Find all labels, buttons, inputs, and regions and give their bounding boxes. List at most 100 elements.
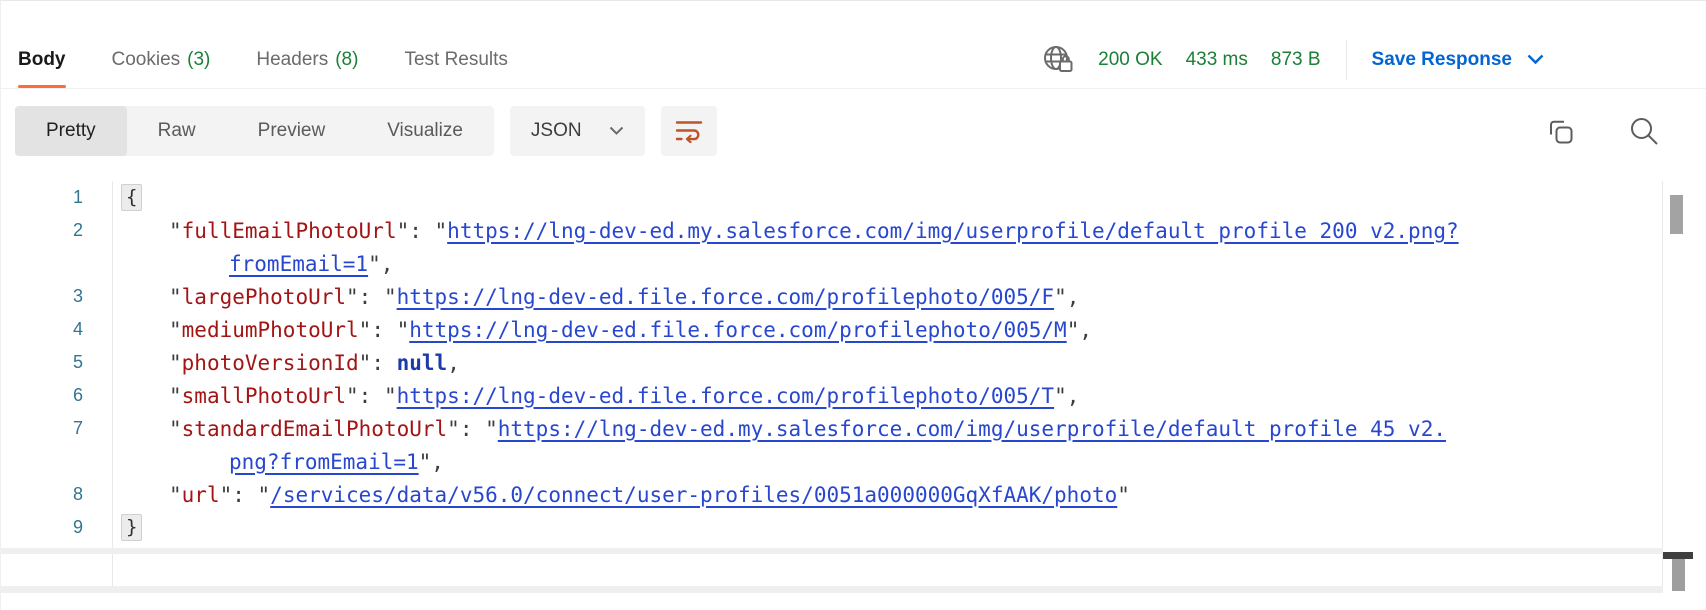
code-line-content: "standardEmailPhotoUrl": "https://lng-de…: [112, 417, 1446, 441]
line-number: 6: [1, 385, 112, 406]
code-token: mediumPhotoUrl: [182, 318, 359, 342]
url-link[interactable]: https://lng-dev-ed.file.force.com/profil…: [397, 384, 1054, 408]
code-line: 9}: [1, 511, 1706, 544]
code-token: ,: [447, 351, 460, 375]
tab-cookies[interactable]: Cookies (3): [112, 31, 211, 88]
tab-body-label: Body: [18, 49, 66, 71]
code-token: standardEmailPhotoUrl: [182, 417, 448, 441]
code-token: url: [182, 483, 220, 507]
code-token: ",: [1067, 318, 1092, 342]
wrap-lines-button[interactable]: [661, 106, 717, 156]
line-number: 5: [1, 352, 112, 373]
code-line-content: "fullEmailPhotoUrl": "https://lng-dev-ed…: [112, 219, 1459, 243]
line-number: 7: [1, 418, 112, 439]
code-token: ",: [1054, 285, 1079, 309]
globe-lock-icon[interactable]: [1042, 43, 1075, 76]
fold-marker[interactable]: {: [121, 184, 142, 211]
response-header: Body Cookies (3) Headers (8) Test Result…: [1, 31, 1706, 89]
view-mode-pretty-label: Pretty: [46, 120, 96, 142]
body-toolbar: Pretty Raw Preview Visualize JSON: [15, 106, 1706, 156]
view-mode-preview[interactable]: Preview: [227, 106, 357, 156]
cookies-count-badge: (3): [187, 49, 210, 71]
code-line: fromEmail=1",: [1, 247, 1706, 280]
chevron-down-icon: [1527, 54, 1544, 65]
fold-marker[interactable]: }: [121, 514, 142, 541]
url-link[interactable]: https://lng-dev-ed.file.force.com/profil…: [409, 318, 1066, 342]
response-tabs: Body Cookies (3) Headers (8) Test Result…: [18, 31, 508, 88]
view-mode-visualize-label: Visualize: [387, 120, 463, 142]
headers-count-badge: (8): [335, 49, 358, 71]
url-link[interactable]: fromEmail=1: [229, 252, 368, 276]
response-meta: 200 OK 433 ms 873 B Save Response: [1042, 40, 1706, 80]
code-line: 7"standardEmailPhotoUrl": "https://lng-d…: [1, 412, 1706, 445]
code-line-content: fromEmail=1",: [112, 252, 393, 276]
tab-test-results[interactable]: Test Results: [404, 31, 507, 88]
line-number: 1: [1, 187, 112, 208]
code-token: ": [169, 318, 182, 342]
horizontal-scrollbar-thumb[interactable]: [1663, 552, 1693, 559]
tab-body[interactable]: Body: [18, 31, 66, 88]
code-token: largePhotoUrl: [182, 285, 346, 309]
status-badge[interactable]: 200 OK: [1098, 49, 1162, 71]
url-link[interactable]: /services/data/v56.0/connect/user-profil…: [270, 483, 1117, 507]
code-line-content: "smallPhotoUrl": "https://lng-dev-ed.fil…: [112, 384, 1079, 408]
response-time[interactable]: 433 ms: [1186, 49, 1248, 71]
line-number: 8: [1, 484, 112, 505]
url-link[interactable]: png?fromEmail=1: [229, 450, 419, 474]
tab-headers[interactable]: Headers (8): [256, 31, 358, 88]
search-icon: [1628, 115, 1660, 147]
view-mode-visualize[interactable]: Visualize: [356, 106, 494, 156]
vertical-scrollbar-thumb-bottom[interactable]: [1672, 559, 1685, 591]
code-editor[interactable]: 1{2"fullEmailPhotoUrl": "https://lng-dev…: [1, 181, 1706, 596]
format-select[interactable]: JSON: [510, 106, 645, 156]
copy-icon: [1545, 116, 1576, 147]
tab-headers-label: Headers: [256, 49, 328, 71]
code-line: 6"smallPhotoUrl": "https://lng-dev-ed.fi…: [1, 379, 1706, 412]
response-viewer: Body Cookies (3) Headers (8) Test Result…: [0, 0, 1706, 610]
view-mode-raw[interactable]: Raw: [127, 106, 227, 156]
vertical-scrollbar-thumb[interactable]: [1670, 195, 1683, 234]
code-token: ": [169, 384, 182, 408]
line-number: 9: [1, 517, 112, 538]
code-token: null: [397, 351, 448, 375]
chevron-down-icon: [609, 126, 624, 136]
code-token: fullEmailPhotoUrl: [182, 219, 397, 243]
save-response-button[interactable]: Save Response: [1372, 49, 1544, 71]
code-token: ":: [359, 351, 397, 375]
code-line-content: png?fromEmail=1",: [112, 450, 444, 474]
code-token: photoVersionId: [182, 351, 359, 375]
url-link[interactable]: https://lng-dev-ed.my.salesforce.com/img…: [498, 417, 1446, 441]
code-line-content: "mediumPhotoUrl": "https://lng-dev-ed.fi…: [112, 318, 1092, 342]
line-number: 2: [1, 220, 112, 241]
gutter-divider: [112, 181, 113, 593]
code-line: 5"photoVersionId": null,: [1, 346, 1706, 379]
copy-button[interactable]: [1545, 116, 1576, 147]
code-token: ",: [419, 450, 444, 474]
view-mode-pretty[interactable]: Pretty: [15, 106, 127, 156]
url-link[interactable]: https://lng-dev-ed.my.salesforce.com/img…: [447, 219, 1458, 243]
code-line: 4"mediumPhotoUrl": "https://lng-dev-ed.f…: [1, 313, 1706, 346]
search-button[interactable]: [1628, 115, 1660, 147]
view-mode-switcher: Pretty Raw Preview Visualize: [15, 106, 494, 156]
code-token: ": ": [346, 384, 397, 408]
code-token: ": ": [397, 219, 448, 243]
code-line-content: }: [112, 514, 142, 541]
response-size[interactable]: 873 B: [1271, 49, 1321, 71]
tab-cookies-label: Cookies: [112, 49, 181, 71]
url-link[interactable]: https://lng-dev-ed.file.force.com/profil…: [397, 285, 1054, 309]
line-number: 3: [1, 286, 112, 307]
scrollbar-track-line: [1662, 181, 1663, 593]
line-number: 4: [1, 319, 112, 340]
divider: [1346, 40, 1347, 80]
tab-test-results-label: Test Results: [404, 49, 507, 71]
view-mode-preview-label: Preview: [258, 120, 326, 142]
code-line: 8"url": "/services/data/v56.0/connect/us…: [1, 478, 1706, 511]
code-token: ": ": [346, 285, 397, 309]
code-line-content: "photoVersionId": null,: [112, 351, 460, 375]
view-mode-raw-label: Raw: [158, 120, 196, 142]
code-line-content: {: [112, 184, 142, 211]
code-token: ": [169, 351, 182, 375]
code-line: 1{: [1, 181, 1706, 214]
code-token: ": [169, 417, 182, 441]
code-token: ": [169, 219, 182, 243]
